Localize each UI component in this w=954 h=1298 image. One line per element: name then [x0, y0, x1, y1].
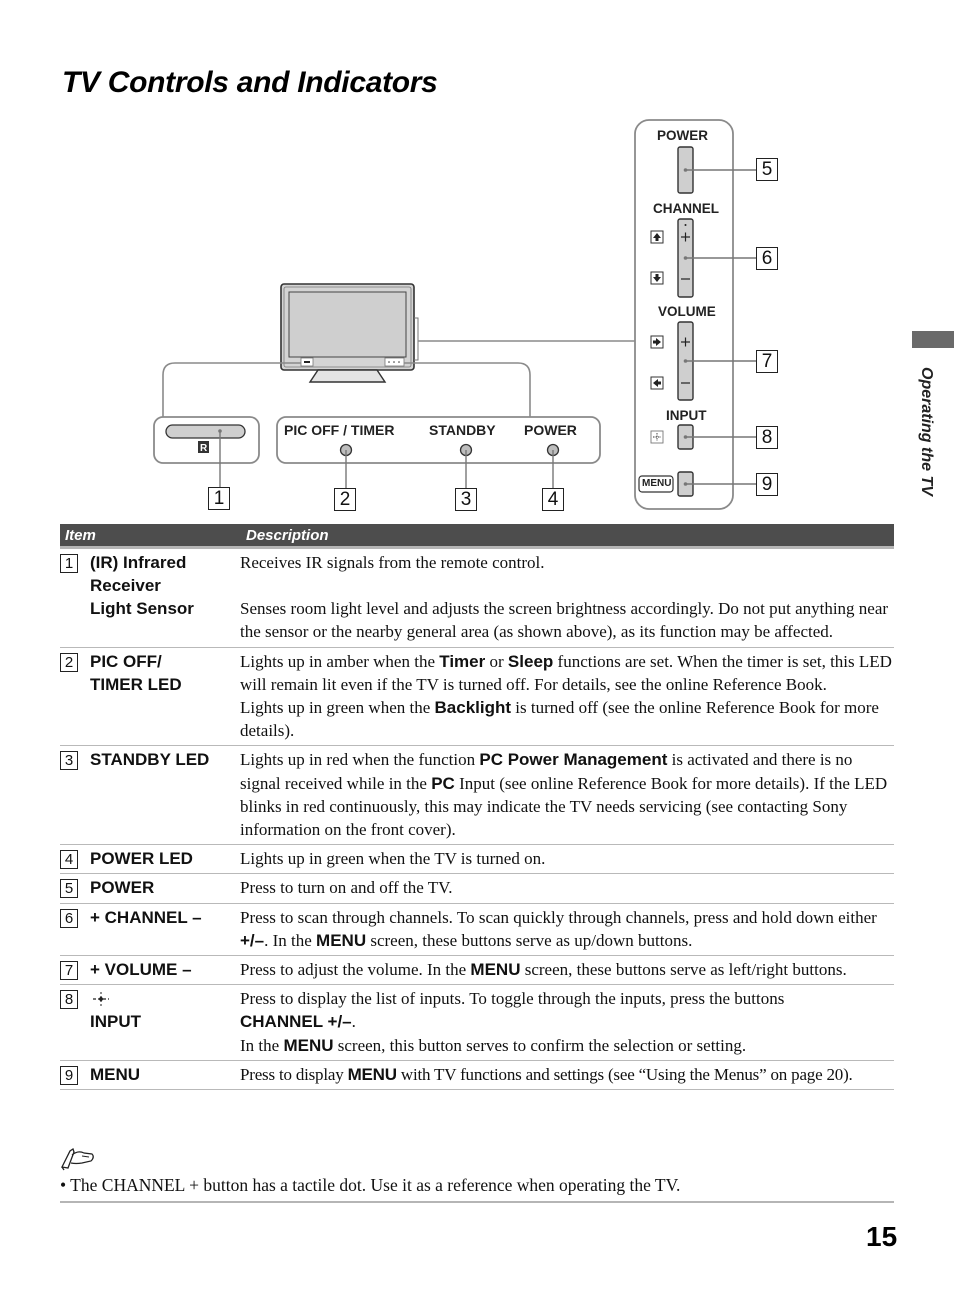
input-icon: [90, 990, 112, 1010]
standby-label: STANDBY: [429, 422, 496, 438]
table-row: 4 POWER LED Lights up in green when the …: [60, 844, 894, 875]
item-description: Press to turn on and off the TV.: [240, 878, 453, 898]
item-description: Press to display MENU with TV functions …: [240, 1064, 853, 1084]
item-name: PIC OFF/: [90, 651, 162, 671]
item-description-2: In the MENU screen, this button serves t…: [240, 1035, 747, 1055]
pic-off-timer-label: PIC OFF / TIMER: [284, 422, 395, 438]
item-name: POWER: [90, 878, 155, 898]
arrow-left-icon: [650, 376, 664, 390]
item-name: TIMER LED: [90, 674, 182, 694]
item-name: POWER LED: [90, 849, 193, 869]
svg-text:R: R: [200, 443, 208, 454]
item-number: 6: [60, 908, 78, 928]
channel-label: CHANNEL: [653, 201, 719, 216]
callout-8: 8: [756, 426, 778, 449]
table-row: 7 + VOLUME – Press to adjust the volume.…: [60, 955, 894, 986]
item-number: 5: [60, 879, 78, 899]
pencil-note-icon: [60, 1145, 100, 1171]
input-icon: [650, 430, 664, 444]
note-block: • The CHANNEL + button has a tactile dot…: [60, 1145, 894, 1203]
input-label: INPUT: [666, 408, 707, 423]
item-description-bold: CHANNEL +/–: [240, 1012, 352, 1032]
item-description: Lights up in green when the TV is turned…: [240, 849, 546, 869]
item-description: Lights up in amber when the Timer or Sle…: [240, 651, 892, 694]
item-number: 3: [60, 751, 78, 771]
ir-sensor-panel: R: [153, 416, 260, 488]
note-text: • The CHANNEL + button has a tactile dot…: [60, 1173, 894, 1203]
item-description: Receives IR signals from the remote cont…: [240, 553, 545, 572]
table-row: 9 MENU Press to display MENU with TV fun…: [60, 1060, 894, 1091]
table-row: 2 PIC OFF/ TIMER LED Lights up in amber …: [60, 647, 894, 747]
table-row: 3 STANDBY LED Lights up in red when the …: [60, 745, 894, 846]
item-number: 8: [60, 990, 78, 1010]
tv-controls-diagram: R PIC OFF / TIMER STANDBY POWER POWER CH…: [0, 0, 954, 520]
item-name: + VOLUME –: [90, 960, 192, 980]
item-name: STANDBY LED: [90, 750, 210, 770]
item-description: Press to adjust the volume. In the MENU …: [240, 960, 847, 980]
table-row: 1 (IR) Infrared Receiver Light Sensor Re…: [60, 547, 894, 648]
item-name: (IR) Infrared: [90, 553, 187, 572]
callout-6: 6: [756, 247, 778, 270]
header-item: Item: [60, 524, 240, 549]
menu-key-label: MENU: [642, 478, 672, 489]
item-name: Receiver: [90, 576, 161, 596]
header-description: Description: [240, 524, 894, 549]
controls-table: Item Description 1 (IR) Infrared Receive…: [60, 524, 894, 1091]
diagram-graphics: R: [153, 119, 757, 510]
item-description-2: Senses room light level and adjusts the …: [240, 599, 889, 642]
item-number: 2: [60, 652, 78, 672]
item-name-2: Light Sensor: [90, 599, 194, 619]
table-header-row: Item Description: [60, 524, 894, 549]
callout-9: 9: [756, 473, 778, 496]
arrow-down-icon: [650, 271, 664, 285]
side-power-label: POWER: [657, 128, 709, 143]
page-number: 15: [866, 1221, 898, 1252]
tactile-dot: [684, 224, 687, 226]
callout-5: 5: [756, 158, 778, 181]
item-description: Press to display the list of inputs. To …: [240, 989, 785, 1009]
callout-2: 2: [334, 488, 356, 511]
item-number: 9: [60, 1065, 78, 1085]
callout-7: 7: [756, 350, 778, 373]
arrow-up-icon: [650, 230, 664, 244]
item-name: MENU: [90, 1064, 141, 1084]
item-description: Lights up in red when the function PC Po…: [240, 750, 888, 840]
table-row: 5 POWER Press to turn on and off the TV.: [60, 873, 894, 904]
table-row: 6 + CHANNEL – Press to scan through chan…: [60, 903, 894, 957]
arrow-right-icon: [650, 335, 664, 349]
item-number: 1: [60, 554, 78, 573]
table-row: 8 INPUT Press to display the list of inp…: [60, 984, 894, 1061]
front-power-label: POWER: [524, 422, 577, 438]
item-number: 7: [60, 961, 78, 981]
item-name: INPUT: [90, 1012, 141, 1032]
callout-3: 3: [455, 488, 477, 511]
tv-illustration: [280, 283, 419, 383]
callout-1: 1: [208, 487, 230, 510]
item-number: 4: [60, 850, 78, 870]
volume-label: VOLUME: [658, 304, 716, 319]
item-description-2: Lights up in green when the Backlight is…: [240, 698, 879, 741]
callout-4: 4: [542, 488, 564, 511]
item-name: + CHANNEL –: [90, 907, 202, 927]
item-description: Press to scan through channels. To scan …: [240, 907, 877, 950]
